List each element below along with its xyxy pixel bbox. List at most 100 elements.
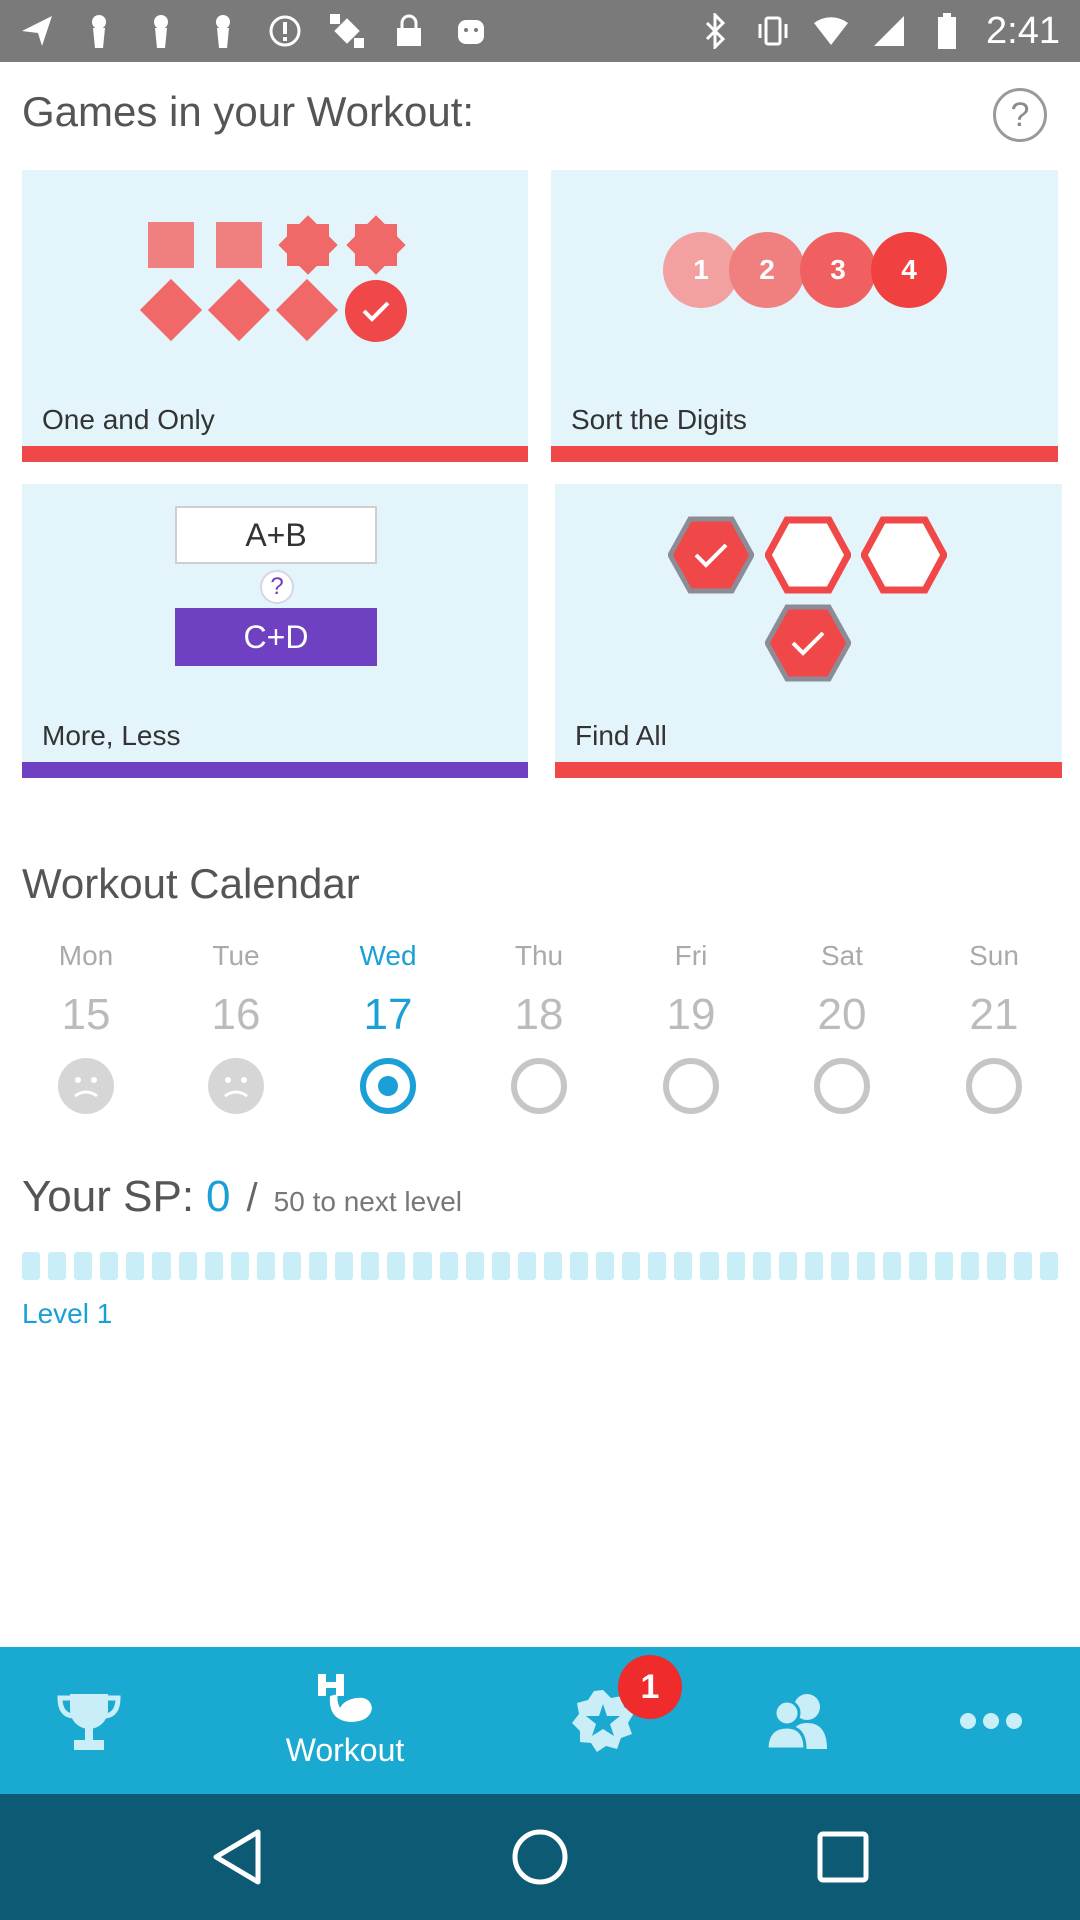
progress-segment <box>282 1252 302 1280</box>
square-shape <box>148 222 194 268</box>
day-number: 18 <box>514 990 564 1039</box>
progress-segment <box>569 1252 589 1280</box>
check-icon <box>345 280 407 342</box>
day-name: Mon <box>58 940 114 971</box>
day-name: Sun <box>969 940 1019 971</box>
keyhole-icon <box>204 12 242 50</box>
game-label: One and Only <box>42 404 215 435</box>
back-button[interactable] <box>204 1824 270 1890</box>
progress-segment <box>178 1252 197 1280</box>
octagon-star-shape <box>346 215 406 275</box>
navigation-icon <box>18 12 56 50</box>
empty-circle-icon <box>511 1058 567 1114</box>
app-root: { "status_bar": { "time": "2:41", "left_… <box>0 0 1080 1920</box>
nav-more[interactable] <box>958 1647 1024 1794</box>
day-number: 20 <box>817 990 867 1039</box>
progress-segment <box>830 1252 849 1280</box>
progress-segment <box>961 1252 980 1280</box>
progress-segment <box>22 1252 41 1280</box>
progress-segment <box>804 1252 823 1280</box>
game-card-sort-the-digits[interactable]: 1 2 3 4 Sort the Digits <box>551 170 1058 462</box>
sp-summary: Your SP: 0 / 50 to next level <box>22 1172 462 1222</box>
calendar-day-wed[interactable]: Wed 17 <box>328 940 448 1114</box>
sad-face-icon <box>208 1058 264 1114</box>
progress-segment <box>517 1252 536 1280</box>
calendar-title: Workout Calendar <box>22 860 360 907</box>
progress-segment <box>48 1252 67 1280</box>
square-shape <box>216 222 262 268</box>
progress-segment <box>74 1252 93 1280</box>
nav-trophy[interactable] <box>46 1647 132 1794</box>
day-name: Tue <box>212 940 260 971</box>
digit-circle: 4 <box>871 232 947 308</box>
progress-segment <box>100 1252 119 1280</box>
battery-icon <box>928 12 966 50</box>
wifi-icon <box>812 12 850 50</box>
keyhole-icon <box>142 12 180 50</box>
progress-segment <box>778 1252 797 1280</box>
help-icon: ? <box>1010 95 1030 134</box>
hexagon-checked-icon <box>765 604 851 682</box>
nav-friends[interactable] <box>763 1647 833 1794</box>
progress-segment <box>152 1252 171 1280</box>
help-button[interactable]: ? <box>993 88 1047 142</box>
progress-segment <box>857 1252 876 1280</box>
empty-circle-icon <box>966 1058 1022 1114</box>
recents-icon <box>817 1831 869 1883</box>
question-icon: ? <box>260 570 294 604</box>
day-number: 16 <box>211 990 261 1039</box>
progress-segment <box>883 1252 902 1280</box>
status-time: 2:41 <box>986 9 1060 52</box>
vibrate-icon <box>754 12 792 50</box>
progress-segment <box>491 1252 510 1280</box>
expression-bottom: C+D <box>175 608 377 666</box>
keyhole-icon <box>80 12 118 50</box>
calendar-day-tue[interactable]: Tue 16 <box>176 940 296 1114</box>
progress-segment <box>935 1252 954 1280</box>
day-number: 17 <box>363 990 413 1039</box>
calendar-day-sun[interactable]: Sun 21 <box>934 940 1054 1114</box>
game-card-one-and-only[interactable]: One and Only <box>22 170 528 462</box>
more-icon <box>960 1712 1022 1729</box>
progress-segment <box>335 1252 354 1280</box>
diamond-shape <box>207 278 271 342</box>
calendar-day-sat[interactable]: Sat 20 <box>782 940 902 1114</box>
trophy-icon <box>57 1693 121 1750</box>
calendar-day-mon[interactable]: Mon 15 <box>26 940 146 1114</box>
recents-button[interactable] <box>810 1824 876 1890</box>
nav-workout-label: Workout <box>285 1732 405 1768</box>
calendar-day-fri[interactable]: Fri 19 <box>631 940 751 1114</box>
progress-segment <box>674 1252 693 1280</box>
digit-circle: 3 <box>800 232 876 308</box>
sp-separator: / <box>246 1176 258 1220</box>
expression-top: A+B <box>175 506 377 564</box>
progress-segment <box>361 1252 380 1280</box>
back-icon <box>213 1829 261 1885</box>
nav-workout[interactable]: Workout <box>270 1647 420 1794</box>
progress-segment <box>752 1252 771 1280</box>
dumbbell-arm-icon <box>318 1674 372 1722</box>
sp-progress-bar <box>22 1252 1058 1280</box>
bluetooth-icon <box>696 12 734 50</box>
digit-circle: 1 <box>663 232 739 308</box>
home-button[interactable] <box>507 1824 573 1890</box>
progress-segment <box>465 1252 484 1280</box>
day-number: 15 <box>61 990 111 1039</box>
progress-segment <box>596 1252 615 1280</box>
day-name: Sat <box>820 940 864 971</box>
calendar-day-thu[interactable]: Thu 18 <box>479 940 599 1114</box>
progress-segment <box>413 1252 432 1280</box>
alert-icon <box>266 12 304 50</box>
android-icon <box>452 12 490 50</box>
game-card-find-all[interactable]: Find All <box>555 484 1062 778</box>
bottom-nav: Workout <box>0 1647 1080 1794</box>
progress-segment <box>230 1252 249 1280</box>
status-bar: 2:41 <box>0 0 1080 62</box>
progress-segment <box>1013 1252 1032 1280</box>
day-name: Fri <box>674 940 708 971</box>
lock-icon <box>390 12 428 50</box>
game-card-more-less[interactable]: A+B ? C+D More, Less <box>22 484 528 778</box>
current-day-icon <box>360 1058 416 1114</box>
friends-icon <box>765 1693 827 1750</box>
octagon-star-shape <box>278 215 338 275</box>
